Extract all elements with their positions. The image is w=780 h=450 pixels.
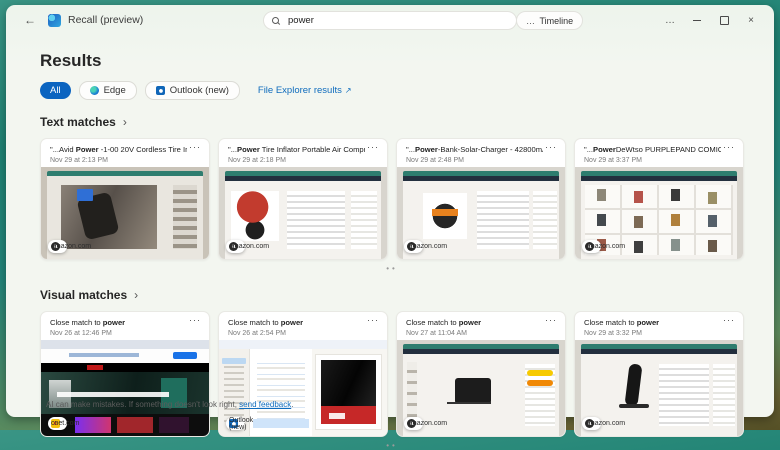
thumbnail: amazon.com [397,167,565,260]
card-timestamp: Nov 29 at 3:32 PM [584,330,721,337]
close-button[interactable]: × [746,15,756,25]
recall-window: ← Recall (preview) … Timeline … × Result… [6,5,774,417]
card-timestamp: Nov 29 at 2:13 PM [50,157,187,164]
card-timestamp: Nov 29 at 2:18 PM [228,157,365,164]
visual-match-card[interactable]: Close match to power Nov 26 at 12:46 PM … [40,311,210,437]
visual-matches-row: Close match to power Nov 26 at 12:46 PM … [40,311,744,437]
source-badge: amazon.com [226,240,245,253]
filter-outlook-label: Outlook (new) [170,85,229,96]
card-more-button[interactable]: ··· [545,316,557,325]
source-badge: amazon.com [582,417,601,430]
source-badge: cnet.com [48,417,67,430]
visual-matches-header[interactable]: Visual matches › [40,288,744,302]
disclaimer-period: . [291,400,293,409]
send-feedback-link[interactable]: send feedback [239,400,291,409]
card-title: Close match to power [406,318,543,327]
filter-row: All Edge Outlook (new) File Explorer res… [40,81,744,100]
thumbnail: cnet.com [41,340,209,437]
search-box[interactable] [263,11,517,30]
source-label: amazon.com [585,243,625,250]
source-label: amazon.com [407,420,447,427]
filter-edge-label: Edge [104,85,126,96]
card-timestamp: Nov 26 at 12:46 PM [50,330,187,337]
timeline-button[interactable]: … Timeline [516,11,583,30]
text-match-card[interactable]: "...Power-Bank-Solar-Charger - 42800mAh … [396,138,566,260]
back-button[interactable]: ← [24,13,36,27]
card-title: "...Power-Bank-Solar-Charger - 42800mAh … [406,145,543,154]
source-badge: amazon.com [404,417,423,430]
card-title: Close match to power [584,318,721,327]
file-explorer-results-link[interactable]: File Explorer results ↗ [258,85,352,96]
search-input[interactable] [286,14,508,27]
titlebar: ← Recall (preview) … Timeline … × [6,5,774,35]
visual-match-card[interactable]: Close match to power Nov 27 at 11:04 AM … [396,311,566,437]
visual-match-card[interactable]: Close match to power Nov 29 at 3:32 PM ·… [574,311,744,437]
external-link-icon: ↗ [345,86,352,95]
thumbnail: amazon.com [41,167,209,260]
text-matches-header[interactable]: Text matches › [40,115,744,129]
chevron-right-icon: › [134,288,138,302]
chevron-right-icon: › [123,115,127,129]
card-more-button[interactable]: ··· [189,143,201,152]
thumbnail: amazon.com [397,340,565,437]
source-badge: amazon.com [48,240,67,253]
timeline-label: Timeline [540,16,574,26]
card-more-button[interactable]: ··· [367,316,379,325]
card-title: "...PowerDeWtso PURPLEPAND COMICA OMICA … [584,145,721,154]
filter-all[interactable]: All [40,82,71,99]
card-timestamp: Nov 26 at 2:54 PM [228,330,365,337]
card-title: "...Power Tire Inflator Portable Air Com… [228,145,365,154]
thumbnail: Outlook (new) [219,340,387,437]
card-timestamp: Nov 29 at 2:48 PM [406,157,543,164]
card-title: Close match to power [50,318,187,327]
thumbnail: amazon.com [575,167,743,260]
text-matches-page-dots[interactable]: •• [40,265,744,273]
disclaimer-text: AI can make mistakes. If something doesn… [46,400,239,409]
filter-outlook[interactable]: Outlook (new) [145,81,240,100]
text-match-card[interactable]: "...Power Tire Inflator Portable Air Com… [218,138,388,260]
text-match-card[interactable]: "...Avid Power -1-00 20V Cordless Tire I… [40,138,210,260]
visual-matches-page-dots[interactable]: •• [40,442,744,450]
app-title: Recall (preview) [68,14,143,26]
visual-match-card[interactable]: Close match to power Nov 26 at 2:54 PM ·… [218,311,388,437]
source-badge: amazon.com [404,240,423,253]
source-label: amazon.com [407,243,447,250]
recall-app-icon [48,14,61,27]
source-badge: Outlook (new) [226,417,245,430]
card-title: Close match to power [228,318,365,327]
maximize-button[interactable] [719,15,729,25]
source-label: cnet.com [51,420,79,427]
card-timestamp: Nov 29 at 3:37 PM [584,157,721,164]
outlook-icon [156,86,165,95]
source-label: Outlook (new) [229,417,253,431]
card-more-button[interactable]: ··· [367,143,379,152]
card-timestamp: Nov 27 at 11:04 AM [406,330,543,337]
filter-edge[interactable]: Edge [79,81,137,100]
card-more-button[interactable]: ··· [189,316,201,325]
source-label: amazon.com [51,243,91,250]
file-explorer-link-label: File Explorer results [258,85,342,96]
card-more-button[interactable]: ··· [723,316,735,325]
window-controls: … × [665,15,760,25]
edge-icon [90,86,99,95]
source-label: amazon.com [229,243,269,250]
card-title: "...Avid Power -1-00 20V Cordless Tire I… [50,145,187,154]
ai-disclaimer: AI can make mistakes. If something doesn… [46,400,293,409]
visual-matches-title: Visual matches [40,288,127,302]
minimize-button[interactable] [692,15,702,25]
text-match-card[interactable]: "...PowerDeWtso PURPLEPAND COMICA OMICA … [574,138,744,260]
card-more-button[interactable]: ··· [723,143,735,152]
card-more-button[interactable]: ··· [545,143,557,152]
text-matches-row: "...Avid Power -1-00 20V Cordless Tire I… [40,138,744,260]
thumbnail: amazon.com [219,167,387,260]
more-menu-button[interactable]: … [665,15,675,25]
thumbnail: amazon.com [575,340,743,437]
source-label: amazon.com [585,420,625,427]
text-matches-title: Text matches [40,115,116,129]
source-badge: amazon.com [582,240,601,253]
timeline-icon: … [526,16,536,26]
search-icon [272,17,280,25]
page-title: Results [40,51,744,71]
